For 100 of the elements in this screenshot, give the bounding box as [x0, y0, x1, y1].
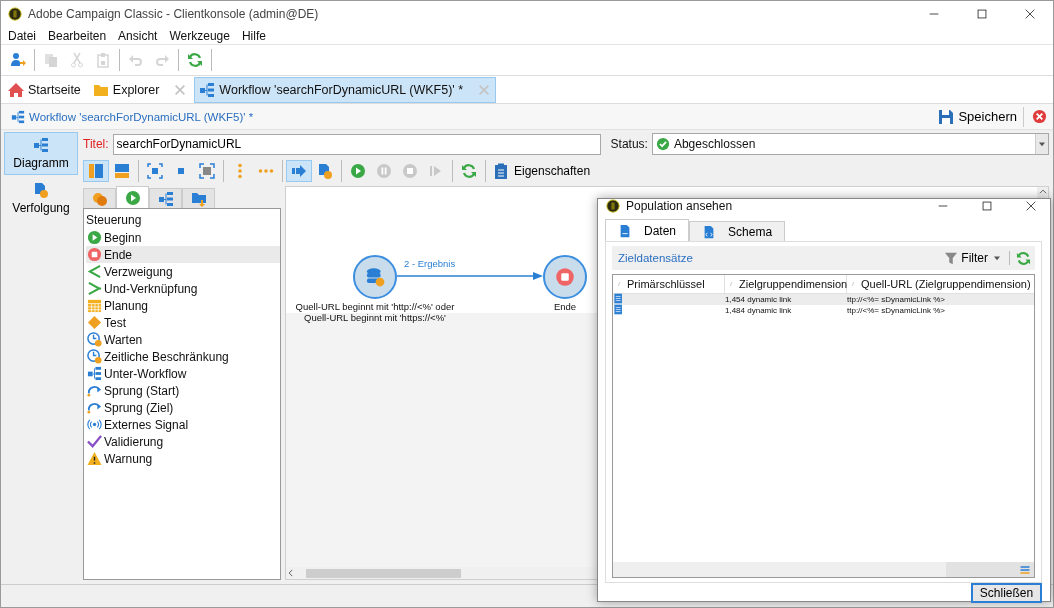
list-icon[interactable]	[1019, 563, 1031, 576]
field-label: Status:	[610, 137, 648, 151]
join-icon	[87, 281, 102, 296]
scroll-thumb[interactable]	[306, 568, 461, 578]
fit-icon	[147, 163, 163, 179]
close-icon[interactable]	[1032, 109, 1047, 124]
palette-item[interactable]: Warnung	[86, 450, 280, 467]
play-icon	[124, 189, 141, 206]
stop-icon	[87, 247, 102, 262]
palette-tab[interactable]	[116, 186, 149, 208]
sort-icon	[849, 280, 857, 288]
close-icon[interactable]	[1023, 7, 1037, 21]
breadcrumb[interactable]: Workflow 'searchForDynamicURL (WKF5)' *	[29, 110, 933, 123]
check-icon	[655, 137, 670, 151]
palette-item[interactable]: Sprung (Start)	[86, 382, 280, 399]
palette-item[interactable]: Zeitliche Beschränkung	[86, 348, 280, 365]
scroll-left-icon[interactable]	[286, 568, 296, 578]
row-icon	[613, 304, 624, 315]
play-icon	[350, 163, 366, 179]
palette-item[interactable]: Warten	[86, 331, 280, 348]
column-layout-icon	[88, 163, 104, 179]
maximize-icon[interactable]	[975, 7, 989, 21]
palette-item[interactable]: Test	[86, 314, 280, 331]
toolbar-button[interactable]	[286, 160, 312, 182]
home-icon	[8, 82, 24, 98]
refresh-icon[interactable]	[187, 52, 203, 68]
app-logo-icon	[606, 199, 620, 213]
palette-item[interactable]: Und-Verknüpfung	[86, 280, 280, 297]
palette-tab[interactable]	[182, 188, 215, 208]
column-header[interactable]: Zielgruppendimension	[725, 275, 847, 293]
title-field[interactable]: searchForDynamicURL	[112, 133, 601, 155]
palette-item[interactable]: Planung	[86, 297, 280, 314]
diamond-icon	[87, 315, 102, 330]
play-icon	[87, 230, 102, 245]
palette-item[interactable]: Verzweigung	[86, 263, 280, 280]
scroll-up-icon[interactable]	[1037, 187, 1048, 197]
table-row[interactable]: 1,484 dynamic link ttp://<%= sDynamicLink %>	[613, 305, 1034, 316]
arrow-icon	[291, 163, 307, 179]
palette-tab[interactable]	[149, 188, 182, 208]
workflow-icon	[33, 137, 49, 153]
close-icon[interactable]	[1024, 199, 1038, 213]
row-icon	[613, 293, 624, 304]
palette-item[interactable]: Beginn	[86, 229, 280, 246]
palette-tab[interactable]	[83, 188, 116, 208]
tab[interactable]: Workflow 'searchForDynamicURL (WKF5)' *	[194, 77, 497, 103]
menu-item[interactable]: Hilfe	[241, 28, 266, 43]
workflow-icon	[157, 190, 174, 207]
workflow-icon	[11, 109, 25, 124]
tab[interactable]: Daten	[605, 219, 690, 241]
dialog-title: Population ansehen	[626, 199, 734, 213]
column-header[interactable]: Quell-URL (Zielgruppendimension)	[847, 275, 1034, 293]
palette-item[interactable]: Unter-Workflow	[86, 365, 280, 382]
user-arrow-icon[interactable]	[10, 52, 26, 68]
refresh-icon[interactable]	[1016, 250, 1031, 266]
window-title: Adobe Campaign Classic - Clientkonsole (admin@DE)	[28, 7, 320, 21]
properties-button[interactable]: Eigenschaften	[489, 161, 595, 181]
menu-item[interactable]: Werkzeuge	[169, 28, 230, 43]
palette-item[interactable]: Sprung (Ziel)	[86, 399, 280, 416]
palette-item[interactable]: Validierung	[86, 433, 280, 450]
jump-icon	[87, 383, 102, 398]
menu-item[interactable]: Bearbeiten	[48, 28, 107, 43]
signal-icon	[87, 417, 102, 432]
sql-file-icon	[618, 223, 632, 238]
tab[interactable]: Schema	[689, 221, 786, 241]
palette-item[interactable]: Externes Signal	[86, 416, 280, 433]
table-cell-text: 1,484 dynamic link	[725, 306, 793, 315]
stop-icon	[402, 163, 418, 179]
check-icon	[87, 434, 102, 449]
calendar-icon	[87, 298, 102, 313]
toolbar-button[interactable]	[83, 160, 109, 182]
save-button[interactable]: Speichern	[932, 106, 1024, 127]
fork-icon	[87, 264, 102, 279]
table-cell-text: 1,454 dynamic link	[725, 295, 793, 304]
transition-arrow[interactable]	[397, 272, 543, 280]
menu-item[interactable]: Ansicht	[118, 28, 158, 43]
close-button[interactable]: Schließen	[971, 583, 1042, 603]
filter-button[interactable]: Filter	[942, 251, 1010, 265]
filter-icon	[944, 251, 959, 265]
pause-icon	[376, 163, 392, 179]
sidebar-item[interactable]: Verfolgung	[4, 177, 78, 220]
app-logo-icon	[8, 7, 22, 21]
sort-icon	[615, 280, 623, 288]
row-layout-icon	[114, 163, 130, 179]
clock-icon	[87, 349, 102, 364]
document-badge-icon	[317, 163, 333, 179]
column-header[interactable]: Primärschlüssel	[613, 275, 725, 293]
section-title: Zieldatensätze	[618, 252, 694, 264]
folder-arrow-icon	[190, 190, 207, 207]
palette-item[interactable]: Ende	[86, 246, 280, 263]
sort-icon	[727, 280, 735, 288]
table-row[interactable]: 1,454 dynamic link ttp://<%= sDynamicLink %>	[613, 294, 1034, 305]
maximize-icon[interactable]	[980, 199, 994, 213]
menu-item[interactable]: Datei	[8, 28, 36, 43]
status-dropdown[interactable]: Abgeschlossen	[651, 133, 1049, 155]
workflow-icon	[87, 366, 102, 381]
sidebar-item[interactable]: Diagramm	[4, 132, 78, 175]
database-icon	[365, 267, 385, 287]
document-badge-icon	[33, 182, 49, 198]
transition-label: 2 - Ergebnis	[404, 258, 456, 269]
stop-icon	[555, 267, 575, 287]
